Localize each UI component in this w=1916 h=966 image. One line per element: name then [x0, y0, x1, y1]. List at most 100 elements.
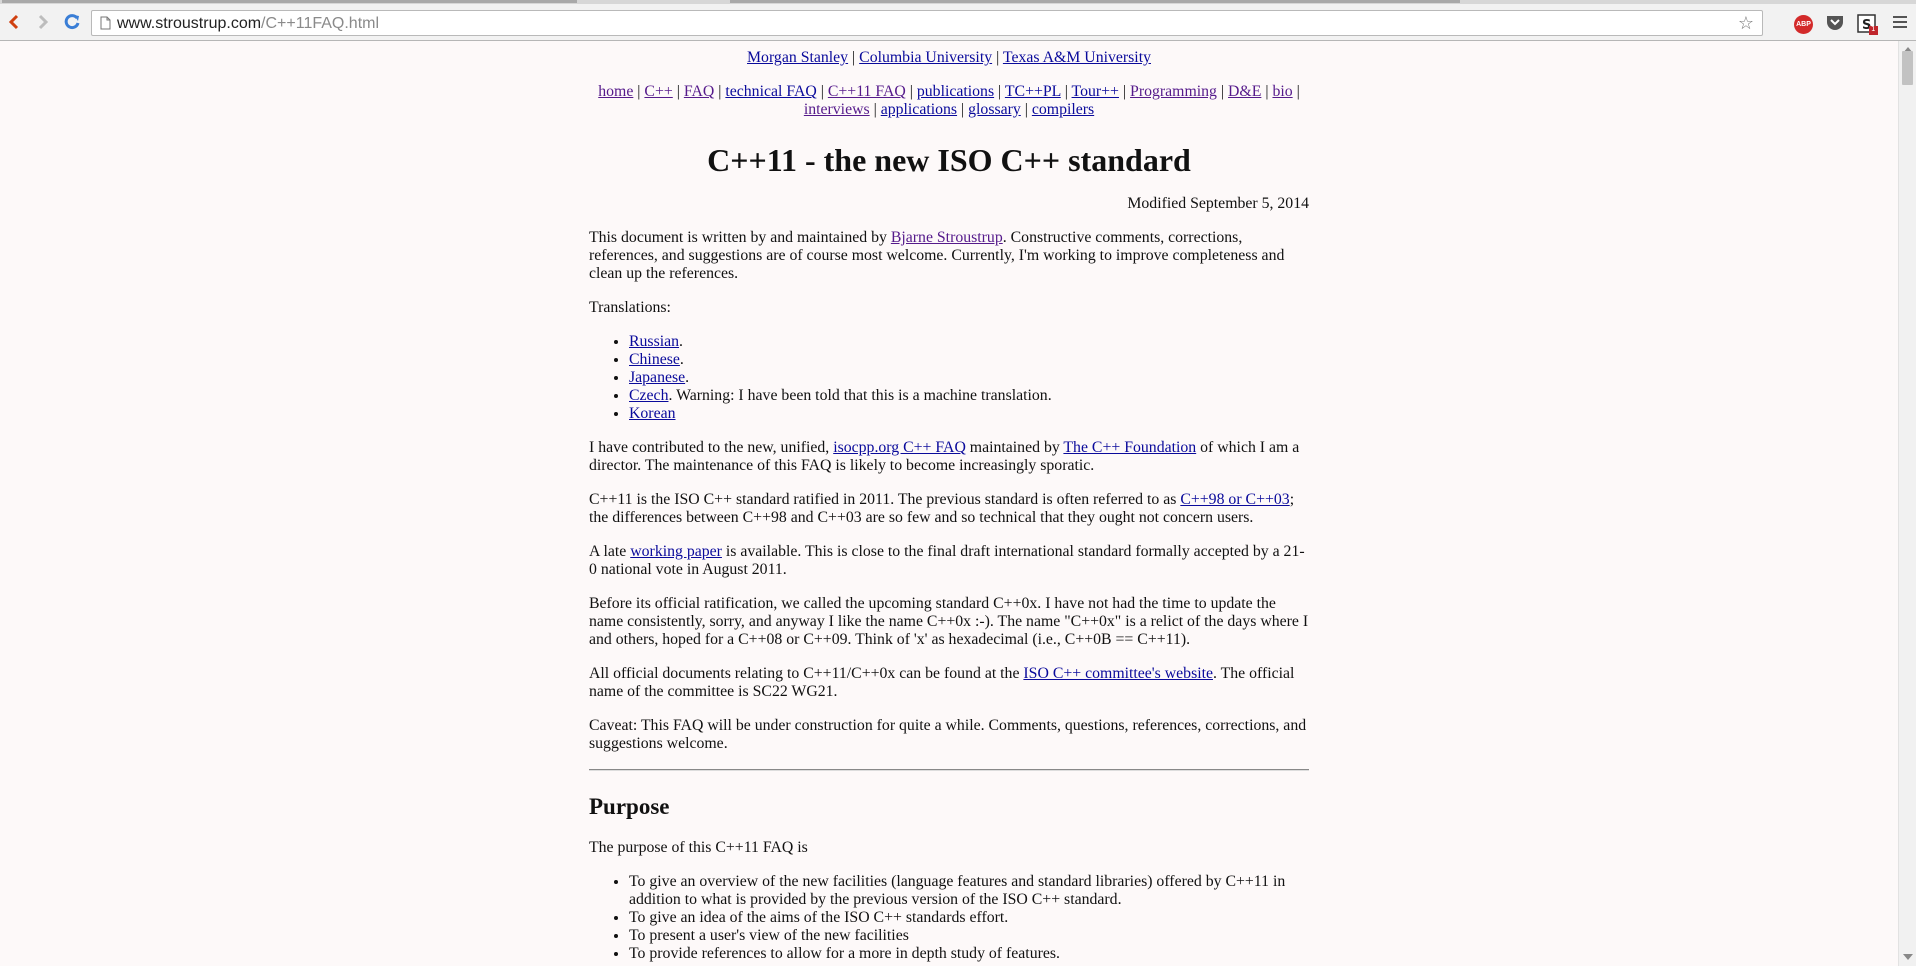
list-item: To give an idea of the aims of the ISO C…: [629, 909, 1309, 927]
separator: |: [1122, 83, 1127, 100]
paragraph-text: All official documents relating to C++11…: [589, 665, 1024, 682]
forward-button[interactable]: [31, 10, 55, 34]
ratified-paragraph: C++11 is the ISO C++ standard ratified i…: [589, 491, 1309, 527]
paragraph-text: I have contributed to the new, unified,: [589, 439, 834, 456]
vertical-scrollbar[interactable]: [1898, 41, 1916, 966]
tab-edge: [1160, 0, 1460, 3]
list-item: To provide references to allow for a mor…: [629, 945, 1309, 963]
isocpp-faq-link[interactable]: isocpp.org C++ FAQ: [833, 439, 966, 456]
nav-link-faq[interactable]: FAQ: [684, 83, 714, 100]
s-extension-icon[interactable]: S 1: [1857, 14, 1878, 35]
list-item: Korean: [629, 405, 1309, 423]
section-divider: [589, 769, 1309, 771]
official-docs-paragraph: All official documents relating to C++11…: [589, 665, 1309, 701]
modified-date: Modified September 5, 2014: [1127, 195, 1309, 212]
separator: |: [1220, 83, 1225, 100]
committee-website-link[interactable]: ISO C++ committee's website: [1023, 665, 1213, 682]
separator: |: [1296, 83, 1300, 100]
separator: |: [996, 49, 1000, 66]
affiliation-link[interactable]: Columbia University: [859, 49, 992, 66]
list-item: To present a user's view of the new faci…: [629, 927, 1309, 945]
nav-link-tour[interactable]: Tour++: [1072, 83, 1119, 100]
translation-note: . Warning: I have been told that this is…: [668, 387, 1052, 404]
back-arrow-icon: [8, 14, 19, 30]
nav-link-publications[interactable]: publications: [917, 83, 994, 100]
forward-arrow-icon: [38, 14, 49, 30]
list-item: Japanese.: [629, 369, 1309, 387]
intro-paragraph: This document is written by and maintain…: [589, 229, 1309, 283]
url-text[interactable]: www.stroustrup.com/C++11FAQ.html: [117, 15, 379, 33]
tab-edge: [2, 0, 577, 3]
nav-link-cpp11-faq[interactable]: C++11 FAQ: [828, 83, 906, 100]
purpose-intro: The purpose of this C++11 FAQ is: [589, 839, 808, 856]
browser-menu-button[interactable]: [1893, 16, 1907, 31]
nav-link-glossary[interactable]: glossary: [968, 101, 1021, 118]
nav-link-compilers[interactable]: compilers: [1032, 101, 1094, 118]
adblock-plus-icon[interactable]: ABP: [1794, 15, 1813, 34]
working-paper-link[interactable]: working paper: [630, 543, 722, 560]
translation-link-czech[interactable]: Czech: [629, 387, 668, 404]
separator: |: [1024, 101, 1028, 118]
nav-link-tcpppl[interactable]: TC++PL: [1005, 83, 1061, 100]
translation-link-korean[interactable]: Korean: [629, 405, 676, 422]
purpose-list: To give an overview of the new facilitie…: [589, 873, 1309, 963]
separator: |: [820, 83, 824, 100]
nav-link-programming[interactable]: Programming: [1130, 83, 1217, 100]
separator: |: [637, 83, 641, 100]
list-item: To give an overview of the new facilitie…: [629, 873, 1309, 909]
site-nav: home | C++ | FAQ | technical FAQ | C++11…: [589, 83, 1309, 119]
translation-link-russian[interactable]: Russian: [629, 333, 679, 350]
back-button[interactable]: [2, 10, 26, 34]
affiliation-link[interactable]: Morgan Stanley: [747, 49, 848, 66]
scroll-down-arrow-icon[interactable]: [1903, 954, 1913, 960]
separator: |: [1064, 83, 1068, 100]
page-icon: [100, 16, 111, 35]
page-content: Morgan Stanley | Columbia University | T…: [589, 41, 1309, 963]
translation-note: .: [679, 333, 683, 350]
reload-icon: [64, 14, 80, 30]
caveat-paragraph: Caveat: This FAQ will be under construct…: [589, 717, 1307, 752]
menu-bar-line: [1893, 21, 1907, 23]
nav-link-applications[interactable]: applications: [881, 101, 957, 118]
nav-link-cpp[interactable]: C++: [644, 83, 672, 100]
isocpp-paragraph: I have contributed to the new, unified, …: [589, 439, 1309, 475]
separator: |: [676, 83, 680, 100]
address-bar[interactable]: www.stroustrup.com/C++11FAQ.html ☆: [91, 10, 1763, 36]
nav-link-interviews[interactable]: interviews: [804, 101, 870, 118]
url-host: www.stroustrup.com: [117, 15, 262, 32]
menu-bar-line: [1893, 26, 1907, 28]
cpp-foundation-link[interactable]: The C++ Foundation: [1063, 439, 1196, 456]
translations-list: Russian. Chinese. Japanese. Czech. Warni…: [589, 333, 1309, 423]
nav-link-technical-faq[interactable]: technical FAQ: [725, 83, 816, 100]
separator: |: [998, 83, 1002, 100]
paragraph-text: A late: [589, 543, 631, 560]
cpp98-link[interactable]: C++98 or C++03: [1180, 491, 1289, 508]
purpose-heading: Purpose: [589, 794, 670, 819]
cpp0x-paragraph: Before its official ratification, we cal…: [589, 595, 1309, 648]
separator: |: [873, 101, 877, 118]
translation-note: .: [685, 369, 690, 386]
paragraph-text: C++11 is the ISO C++ standard ratified i…: [589, 491, 1181, 508]
translation-link-japanese[interactable]: Japanese: [629, 369, 685, 386]
translation-link-chinese[interactable]: Chinese: [629, 351, 680, 368]
scroll-thumb[interactable]: [1902, 51, 1913, 85]
bookmark-star-icon[interactable]: ☆: [1738, 13, 1754, 34]
separator: |: [852, 49, 856, 66]
list-item: Russian.: [629, 333, 1309, 351]
tab-edge: [730, 0, 1160, 3]
paragraph-text: maintained by: [965, 439, 1064, 456]
url-path: /C++11FAQ.html: [261, 15, 380, 32]
separator: |: [718, 83, 722, 100]
affiliation-link[interactable]: Texas A&M University: [1003, 49, 1151, 66]
author-link[interactable]: Bjarne Stroustrup: [891, 229, 1003, 246]
reload-button[interactable]: [60, 10, 84, 34]
translation-note: .: [679, 351, 684, 368]
translations-label: Translations:: [589, 299, 671, 316]
nav-link-bio[interactable]: bio: [1272, 83, 1292, 100]
extension-badge: 1: [1871, 25, 1876, 33]
nav-link-home[interactable]: home: [598, 83, 633, 100]
pocket-icon[interactable]: [1825, 14, 1845, 34]
nav-link-de[interactable]: D&E: [1228, 83, 1261, 100]
list-item: Chinese.: [629, 351, 1309, 369]
separator: |: [909, 83, 913, 100]
